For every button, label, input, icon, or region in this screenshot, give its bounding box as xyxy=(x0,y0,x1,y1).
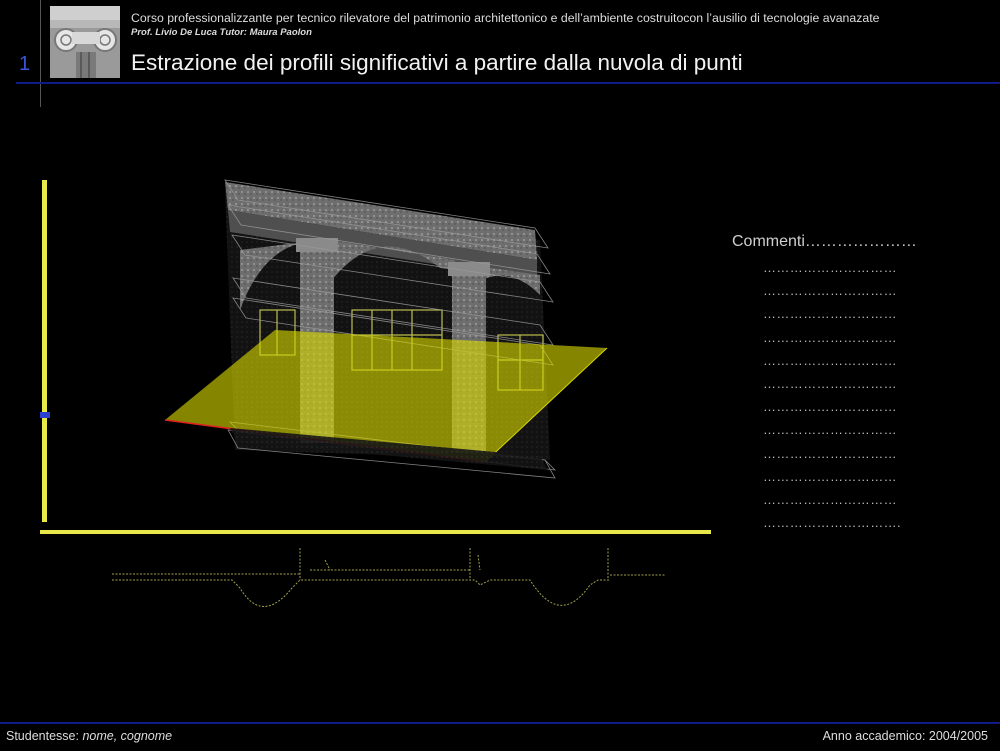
extracted-profile xyxy=(112,548,665,607)
comment-line: …………………………. xyxy=(763,515,902,531)
course-title: Corso professionalizzante per tecnico ri… xyxy=(131,11,880,25)
axis-slider-marker xyxy=(40,412,50,418)
comment-line: ………………………… xyxy=(763,491,897,507)
comment-line: ………………………… xyxy=(763,375,897,391)
comment-line: ………………………… xyxy=(763,468,897,484)
academic-year: Anno accademico: 2004/2005 xyxy=(822,729,988,743)
slide-title: Estrazione dei profili significativi a p… xyxy=(131,50,743,75)
comments-title: Commenti………………… xyxy=(732,233,917,250)
header-rule xyxy=(16,82,1000,84)
footer-rule xyxy=(0,722,1000,724)
course-instructors: Prof. Livio De Luca Tutor: Maura Paolon xyxy=(131,27,312,38)
comments-panel: Commenti………………… ………………………… ………………………… ……… xyxy=(732,233,992,534)
comment-line: ………………………… xyxy=(763,329,897,345)
footer-students: Studentesse: nome, cognome xyxy=(6,729,172,743)
comment-line: ………………………… xyxy=(763,306,897,322)
vertical-axis-bar xyxy=(42,180,47,522)
slide-number: 1 xyxy=(19,53,31,75)
comment-line: ………………………… xyxy=(763,283,897,299)
ionic-capital-thumbnail xyxy=(50,6,120,78)
comment-line: ………………………… xyxy=(763,352,897,368)
comment-line: ………………………… xyxy=(763,445,897,461)
students-label: Studentesse: xyxy=(6,729,79,743)
comment-line: ………………………… xyxy=(763,260,897,275)
horizontal-axis-bar xyxy=(40,530,711,534)
students-names: nome, cognome xyxy=(82,729,173,743)
point-cloud-figure xyxy=(0,160,720,640)
comment-line: ………………………… xyxy=(763,399,897,415)
header-divider-vertical xyxy=(40,0,41,107)
comment-line: ………………………… xyxy=(763,422,897,438)
